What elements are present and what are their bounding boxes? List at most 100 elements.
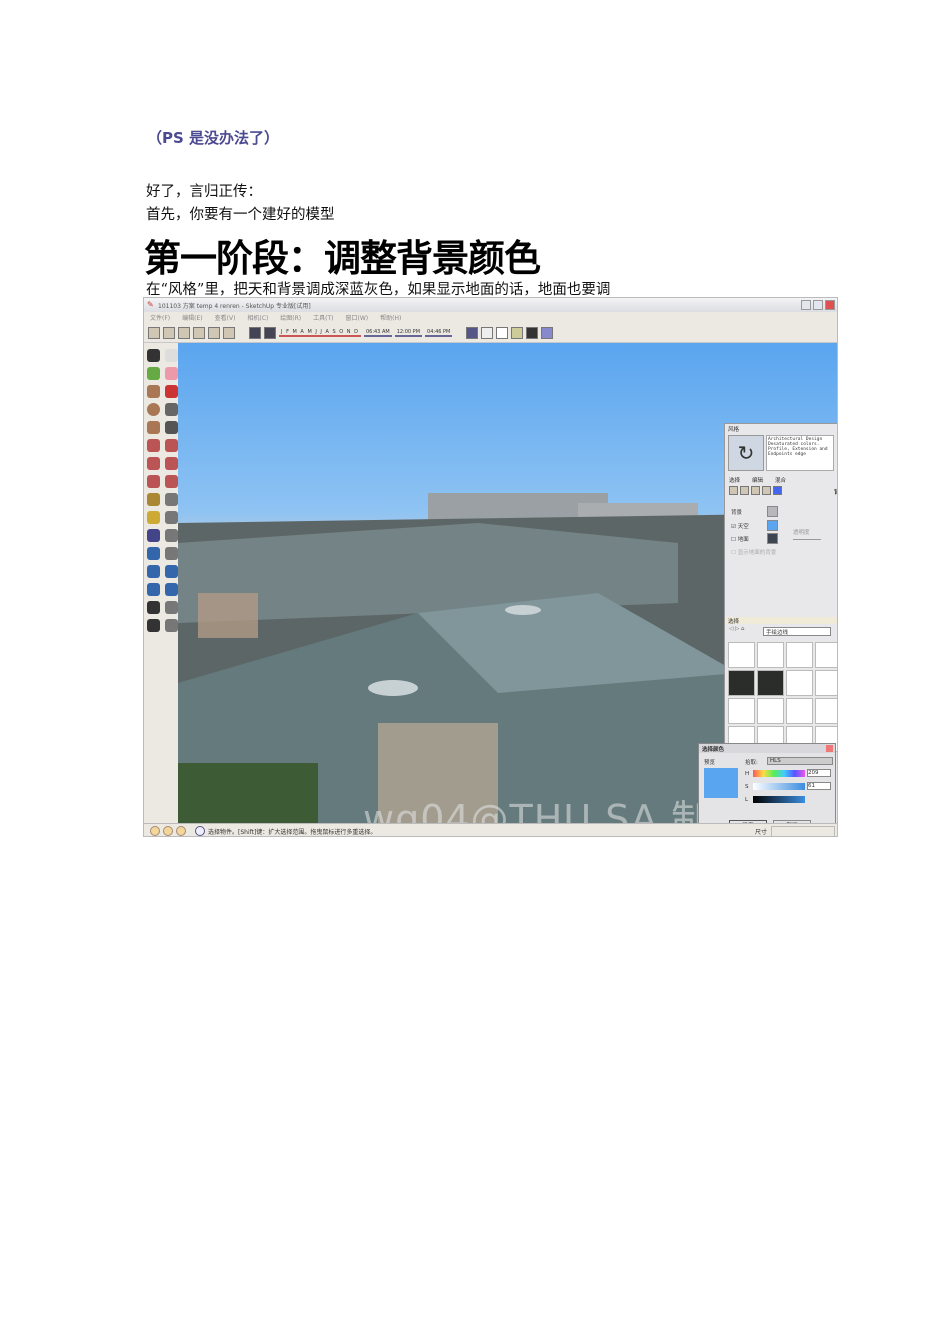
measurements-field[interactable] [771, 826, 835, 836]
background-color-swatch[interactable] [767, 506, 778, 517]
offset-tool-icon[interactable] [165, 475, 178, 488]
geo-location-icon[interactable] [150, 826, 160, 836]
modeling-settings-icon[interactable] [773, 486, 782, 495]
scale-tool-icon[interactable] [147, 475, 160, 488]
shadow-settings-icon[interactable] [249, 326, 261, 339]
menu-tools[interactable]: 工具(T) [313, 313, 333, 322]
style-thumbnail[interactable] [815, 642, 837, 668]
style-thumbnail[interactable] [728, 698, 755, 724]
zoom-extents-icon[interactable] [147, 583, 160, 596]
eraser-tool-icon[interactable] [165, 367, 178, 380]
menu-window[interactable]: 窗口(W) [346, 313, 369, 322]
hidden-line-icon[interactable] [496, 326, 509, 339]
text-tool-icon[interactable] [165, 511, 178, 524]
dimension-tool-icon[interactable] [165, 493, 178, 506]
circle-tool-icon[interactable] [147, 403, 160, 416]
pan-tool-icon[interactable] [165, 547, 178, 560]
section-plane-icon[interactable] [165, 619, 178, 632]
back-forward-home-icons[interactable]: ◁ ▷ ⌂ [729, 626, 744, 632]
help-icon[interactable] [195, 826, 205, 836]
menu-view[interactable]: 查看(V) [215, 313, 236, 322]
zoom-tool-icon[interactable] [147, 565, 160, 578]
freehand-tool-icon[interactable] [165, 421, 178, 434]
user-icon[interactable] [176, 826, 186, 836]
tape-tool-icon[interactable] [147, 493, 160, 506]
sky-color-swatch[interactable] [767, 520, 778, 531]
menu-draw[interactable]: 绘图(R) [280, 313, 301, 322]
time-noon[interactable]: 12:00 PM [394, 329, 423, 337]
left-view-icon[interactable] [223, 326, 235, 339]
s-slider[interactable] [753, 783, 805, 790]
polygon-tool-icon[interactable] [147, 421, 160, 434]
component-tool-icon[interactable] [165, 349, 178, 362]
look-around-icon[interactable] [165, 601, 178, 614]
iso-view-icon[interactable] [148, 326, 160, 339]
s-value-field[interactable]: 61 [807, 782, 831, 790]
pushpull-tool-icon[interactable] [165, 439, 178, 452]
face-settings-icon[interactable] [740, 486, 749, 495]
move-tool-icon[interactable] [147, 439, 160, 452]
display-shadows-icon[interactable] [264, 326, 276, 339]
tab-edit[interactable]: 编辑 [752, 476, 763, 484]
style-thumbnail[interactable] [786, 670, 813, 696]
style-thumbnail[interactable] [757, 698, 784, 724]
wireframe-icon[interactable] [481, 326, 494, 339]
style-thumbnail[interactable] [815, 670, 837, 696]
show-ground-back-checkbox[interactable]: ☐ 显示地面的背景 [731, 548, 776, 556]
3d-text-tool-icon[interactable] [165, 529, 178, 542]
right-view-icon[interactable] [193, 326, 205, 339]
tab-mix[interactable]: 混合 [775, 476, 786, 484]
h-slider[interactable] [753, 770, 805, 777]
protractor-tool-icon[interactable] [147, 511, 160, 524]
watermark-settings-icon[interactable] [762, 486, 771, 495]
arc-tool-icon[interactable] [165, 403, 178, 416]
xray-icon[interactable] [466, 326, 479, 339]
zoom-window-icon[interactable] [165, 565, 178, 578]
back-view-icon[interactable] [208, 326, 220, 339]
style-thumbnail[interactable] [728, 670, 755, 696]
style-thumbnail[interactable] [815, 698, 837, 724]
axes-tool-icon[interactable] [147, 529, 160, 542]
paint-tool-icon[interactable] [147, 367, 160, 380]
close-button[interactable] [825, 300, 835, 310]
style-thumbnail[interactable] [786, 698, 813, 724]
select-tool-icon[interactable] [147, 349, 160, 362]
background-settings-icon[interactable] [751, 486, 760, 495]
style-thumbnail-icon[interactable]: ↻ [728, 435, 764, 471]
menu-edit[interactable]: 编辑(E) [182, 313, 202, 322]
maximize-button[interactable] [813, 300, 823, 310]
minimize-button[interactable] [801, 300, 811, 310]
style-description[interactable]: Desaturated colors. Profile, Extension a… [768, 442, 832, 457]
mode-dropdown[interactable]: HLS [767, 757, 833, 765]
collection-dropdown[interactable]: 手绘边线 [763, 627, 831, 636]
monochrome-icon[interactable] [541, 326, 554, 339]
style-thumbnail[interactable] [757, 670, 784, 696]
position-camera-icon[interactable] [147, 601, 160, 614]
close-icon[interactable] [826, 745, 833, 752]
ground-color-swatch[interactable] [767, 533, 778, 544]
edge-settings-icon[interactable] [729, 486, 738, 495]
h-value-field[interactable]: 209 [807, 769, 831, 777]
top-view-icon[interactable] [163, 326, 175, 339]
style-thumbnail[interactable] [757, 642, 784, 668]
shaded-texture-icon[interactable] [526, 326, 539, 339]
l-slider[interactable] [753, 796, 805, 803]
ground-checkbox[interactable]: ☐ 地面 [731, 535, 749, 543]
menu-help[interactable]: 帮助(H) [380, 313, 401, 322]
walk-tool-icon[interactable] [147, 619, 160, 632]
rectangle-tool-icon[interactable] [147, 385, 160, 398]
style-thumbnail[interactable] [786, 642, 813, 668]
month-slider[interactable]: J F M A M J J A S O N D [279, 329, 361, 337]
credits-icon[interactable] [163, 826, 173, 836]
sky-checkbox[interactable]: ☑ 天空 [731, 522, 749, 530]
menu-file[interactable]: 文件(F) [150, 313, 170, 322]
tab-select[interactable]: 选择 [729, 476, 740, 484]
transparency-slider[interactable] [793, 539, 821, 540]
rotate-tool-icon[interactable] [147, 457, 160, 470]
menu-camera[interactable]: 相机(C) [247, 313, 268, 322]
shaded-icon[interactable] [511, 326, 524, 339]
line-tool-icon[interactable] [165, 385, 178, 398]
style-thumbnail[interactable] [728, 642, 755, 668]
followme-tool-icon[interactable] [165, 457, 178, 470]
previous-view-icon[interactable] [165, 583, 178, 596]
